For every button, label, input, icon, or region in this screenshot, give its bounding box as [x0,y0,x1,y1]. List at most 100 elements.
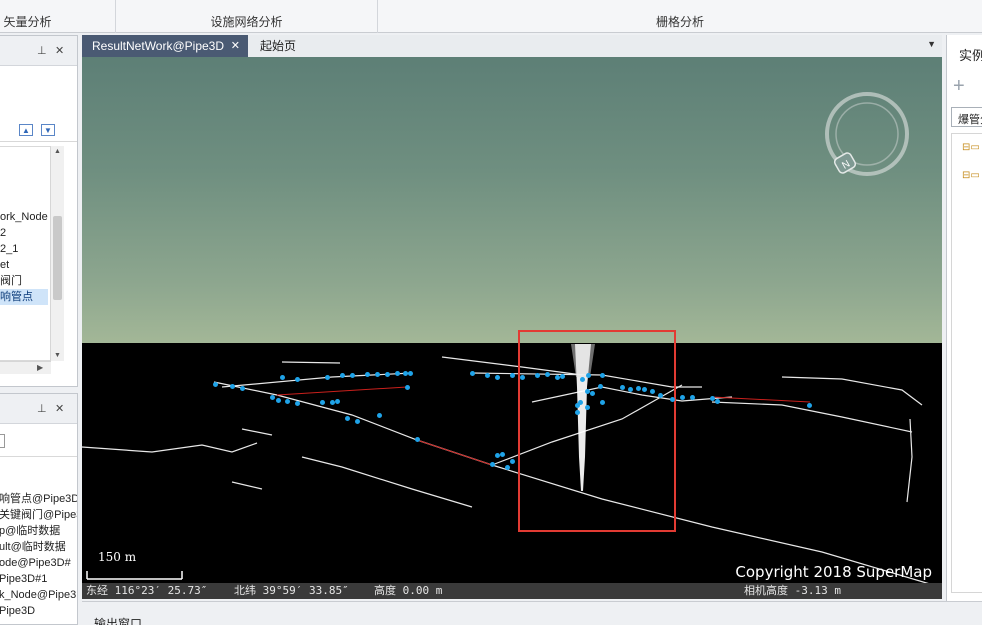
pipe-node[interactable] [345,416,350,421]
pipe-node[interactable] [385,372,390,377]
pipe-node[interactable] [470,371,475,376]
close-icon[interactable]: ✕ [231,35,240,57]
pipe-node[interactable] [295,377,300,382]
pipe-node[interactable] [240,386,245,391]
pipe-node[interactable] [395,371,400,376]
dataset-item[interactable]: p@临时数据 [0,523,77,539]
pipe-node[interactable] [500,452,505,457]
pipe-node[interactable] [590,391,595,396]
pipe-node[interactable] [510,459,515,464]
pipe-node[interactable] [377,413,382,418]
pipe-node[interactable] [490,462,495,467]
pipe-node[interactable] [600,373,605,378]
dataset-item[interactable]: 关键阀门@Pipe3D [0,507,77,523]
scroll-thumb[interactable] [53,216,62,300]
layer-item[interactable]: 阀门 [0,273,48,289]
pipe-node[interactable] [495,375,500,380]
layers-scrollbar[interactable]: ▲ ▼ [50,146,64,361]
layer-item[interactable]: 2 [0,225,48,241]
workspace-panel-header: ⊥ ✕ [0,394,77,424]
pipe-node[interactable] [585,405,590,410]
dataset-item[interactable]: Pipe3D [0,603,77,619]
dataset-item[interactable]: Pipe3D#1 [0,571,77,587]
scene-view[interactable]: N 150 m Copyright 2018 SuperMap 东经 116°2… [82,57,942,599]
pipe-node[interactable] [690,395,695,400]
layer-item[interactable]: 2_1 [0,241,48,257]
pipe-node[interactable] [285,399,290,404]
pipe-node[interactable] [230,384,235,389]
pipe-node[interactable] [485,373,490,378]
pipe-node[interactable] [545,372,550,377]
pipe-node[interactable] [405,385,410,390]
layer-item[interactable]: et [0,257,48,273]
scroll-down-icon[interactable]: ▼ [54,352,61,359]
dataset-item[interactable]: ode@Pipe3D# [0,555,77,571]
close-icon[interactable]: ✕ [55,402,64,415]
move-down-icon[interactable]: ▼ [41,124,55,136]
altitude-readout: 高度 0.00 m [374,584,443,597]
pipe-node[interactable] [320,400,325,405]
dataset-item[interactable]: ult@临时数据 [0,539,77,555]
pipe-node[interactable] [355,419,360,424]
output-window[interactable]: 输出窗口 [82,601,982,625]
tree-node-icon[interactable]: ⊟▭ [962,142,980,153]
ribbon-bar: 矢量分析 设施网络分析 栅格分析 [0,0,982,33]
pipe-node[interactable] [520,375,525,380]
pipe-node[interactable] [680,395,685,400]
pipe-node[interactable] [586,373,591,378]
pipe-node[interactable] [650,389,655,394]
dataset-item[interactable]: 响管点@Pipe3D [0,491,77,507]
pipe-node[interactable] [325,375,330,380]
ribbon-group-raster: 栅格分析 [378,0,982,33]
tree-node-icon[interactable]: ⊟▭ [962,170,980,181]
layers-hscroll[interactable]: ▶ [0,361,51,374]
pipe-node[interactable] [335,399,340,404]
pipe-node[interactable] [807,403,812,408]
dataset-item[interactable]: k_Node@Pipe3 [0,587,77,603]
pipe-node[interactable] [510,373,515,378]
move-up-icon[interactable]: ▲ [19,124,33,136]
pipe-node[interactable] [408,371,413,376]
pipe-node[interactable] [375,372,380,377]
close-icon[interactable]: ✕ [55,44,64,57]
pipe-node[interactable] [578,400,583,405]
tab-label: ResultNetWork@Pipe3D [92,39,225,53]
pin-icon[interactable]: ⊥ [37,44,47,57]
pipe-node[interactable] [505,465,510,470]
pipe-node[interactable] [415,437,420,442]
pipe-node[interactable] [628,387,633,392]
pipe-node[interactable] [670,397,675,402]
pipe-node[interactable] [295,401,300,406]
pipe-node[interactable] [340,373,345,378]
pipe-node[interactable] [213,382,218,387]
pipe-node[interactable] [280,375,285,380]
pipe-node[interactable] [270,395,275,400]
pipe-node[interactable] [598,384,603,389]
pipe-node[interactable] [580,377,585,382]
pipe-node[interactable] [620,385,625,390]
pipe-node[interactable] [350,373,355,378]
pipe-node[interactable] [642,387,647,392]
pipe-node[interactable] [658,393,663,398]
pipe-node[interactable] [636,386,641,391]
pipe-node[interactable] [365,372,370,377]
pipe-node[interactable] [575,410,580,415]
pipe-node[interactable] [535,373,540,378]
pipe-node[interactable] [715,399,720,404]
layer-item-selected[interactable]: 响管点 [0,289,48,305]
pipe-node[interactable] [560,374,565,379]
layer-item[interactable]: ork_Node [0,209,48,225]
tab-dropdown-icon[interactable]: ▼ [927,39,936,49]
ribbon-group-facility-network: 设施网络分析 [116,0,378,33]
pipe-node[interactable] [276,398,281,403]
scroll-right-icon[interactable]: ▶ [37,363,43,372]
workspace-toolbar-button[interactable] [0,434,5,448]
tab-result-network[interactable]: ResultNetWork@Pipe3D ✕ [82,35,248,57]
copyright-text: Copyright 2018 SuperMap [735,563,932,581]
scroll-up-icon[interactable]: ▲ [54,148,61,155]
pipe-node[interactable] [600,400,605,405]
tab-start-page[interactable]: 起始页 [250,35,306,57]
instance-dropdown[interactable]: 爆管分 [951,107,982,127]
pin-icon[interactable]: ⊥ [37,402,47,415]
add-icon[interactable]: + [953,75,965,98]
